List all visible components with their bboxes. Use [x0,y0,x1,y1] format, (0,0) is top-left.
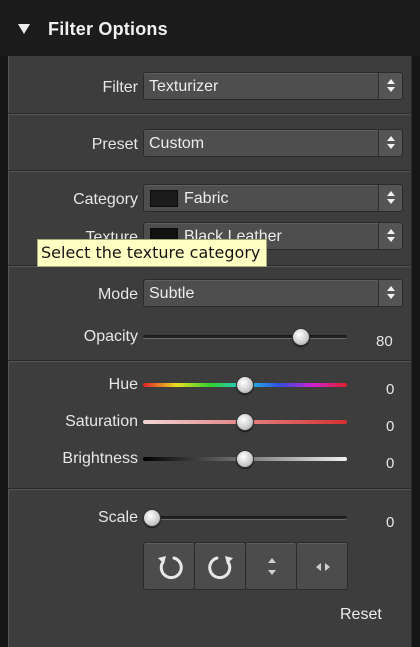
select-arrows-icon [378,223,402,249]
divider [8,113,410,115]
hue-value: 0 [386,381,395,398]
opacity-value: 80 [376,333,393,350]
panel-header[interactable]: Filter Options [0,0,420,56]
brightness-label: Brightness [62,450,138,467]
mode-label: Mode [97,286,138,303]
divider [8,488,410,490]
flip-horizontal-button[interactable] [296,542,348,590]
brightness-slider-thumb[interactable] [236,450,254,468]
preset-select[interactable]: Custom [143,129,403,157]
scale-slider-track[interactable] [143,516,347,520]
hue-slider-thumb[interactable] [236,376,254,394]
category-label: Category [73,191,138,208]
reset-button[interactable]: Reset [340,606,382,624]
select-arrows-icon [378,280,402,306]
filter-options-panel: Filter Options Filter Texturizer Preset … [0,0,420,647]
preset-label: Preset [91,136,138,153]
divider [8,360,410,362]
mode-select-value: Subtle [149,285,195,302]
mode-select[interactable]: Subtle [143,279,403,307]
collapse-triangle-icon[interactable] [18,24,30,34]
select-arrows-icon [378,73,402,99]
rotate-right-icon [208,556,233,580]
scale-slider-thumb[interactable] [143,509,161,527]
category-tooltip: Select the texture category [37,239,268,267]
opacity-slider-track[interactable] [143,335,347,339]
rotate-right-button[interactable] [194,542,246,590]
brightness-value: 0 [386,455,395,472]
hue-label: Hue [108,376,138,393]
divider [8,170,410,172]
opacity-slider-thumb[interactable] [291,328,310,346]
panel-title: Filter Options [48,19,168,39]
preset-select-value: Custom [149,135,205,152]
saturation-value: 0 [386,418,395,435]
saturation-label: Saturation [65,413,138,430]
select-arrows-icon [378,185,402,211]
filter-select-value: Texturizer [149,78,219,95]
filter-select[interactable]: Texturizer [143,72,403,100]
category-select[interactable]: Fabric [143,184,403,212]
opacity-label: Opacity [83,328,138,345]
flip-vertical-icon [268,558,276,575]
select-arrows-icon [378,130,402,156]
scale-label: Scale [97,509,138,526]
flip-vertical-button[interactable] [245,542,297,590]
saturation-slider-thumb[interactable] [236,413,254,431]
flip-horizontal-icon [316,563,330,571]
filter-label: Filter [102,79,138,96]
category-select-value: Fabric [184,190,229,207]
fabric-swatch-icon [150,190,178,207]
rotate-left-icon [158,556,183,580]
scale-value: 0 [386,514,395,531]
rotate-left-button[interactable] [143,542,195,590]
